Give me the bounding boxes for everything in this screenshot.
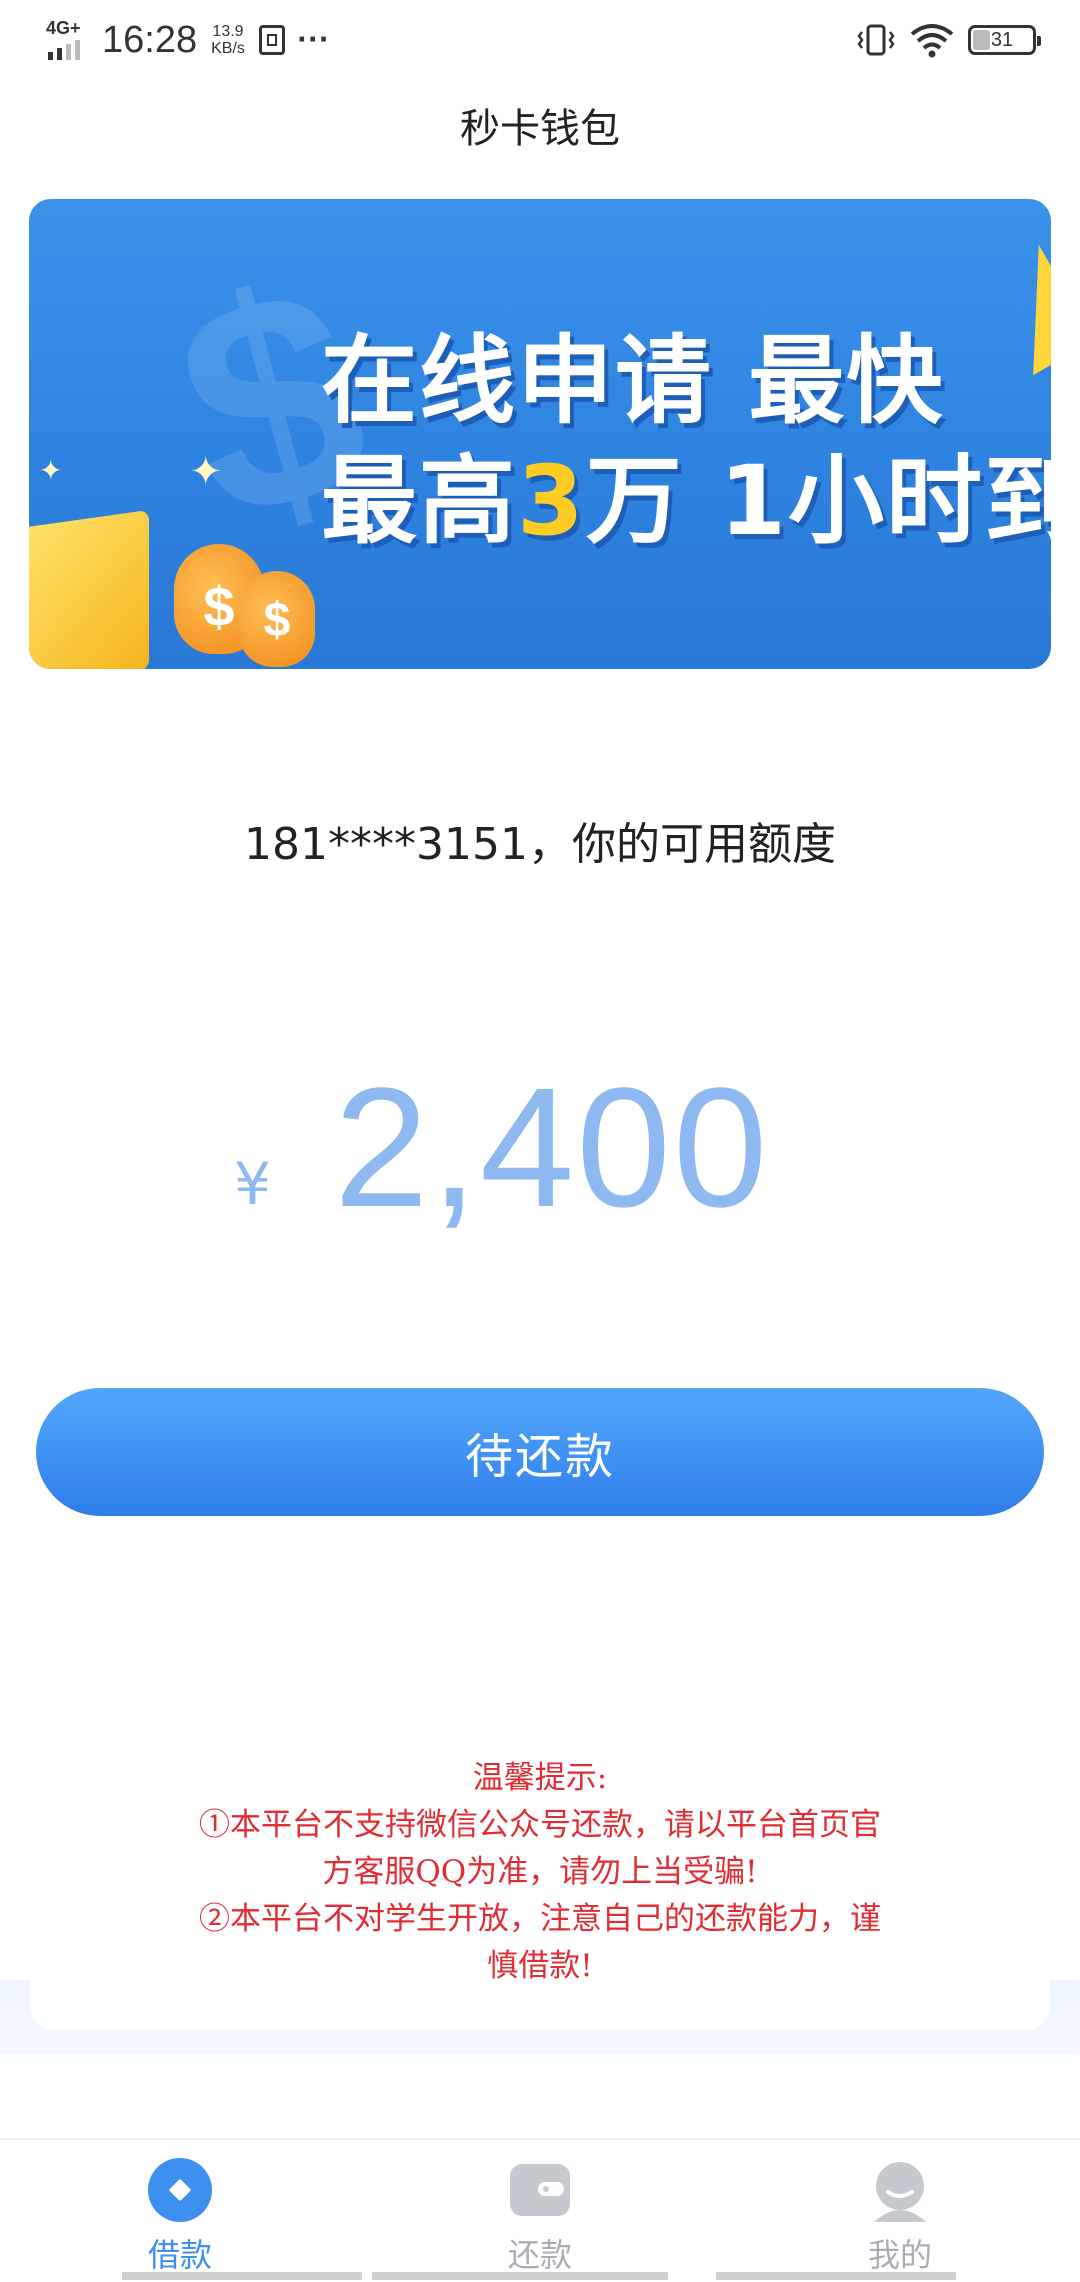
sparkle-icon: ✦	[39, 454, 63, 487]
tab-label: 借款	[147, 2236, 212, 2274]
banner-headline-1: 在线申请 最快	[321, 325, 945, 437]
status-bar: 4G+ 16:28 13.9 KB/s ··· 31	[0, 0, 1080, 80]
more-notifications-icon: ···	[296, 25, 330, 55]
banner-highlight-number: 3	[517, 445, 586, 557]
quota-amount: ¥ 2,400	[0, 1050, 1080, 1243]
notice-line: 方客服QQ为准，请勿上当受骗!	[322, 1854, 758, 1890]
home-indicator	[716, 2272, 956, 2280]
profile-icon	[874, 2162, 926, 2222]
notice-title: 温馨提示:	[472, 1760, 608, 1796]
home-indicator	[122, 2272, 362, 2280]
tab-label: 我的	[867, 2236, 932, 2274]
notice-line: ①本平台不支持微信公众号还款，请以平台首页官	[199, 1807, 881, 1843]
currency-symbol: ¥	[234, 1150, 271, 1218]
tab-repayment[interactable]: 还款	[440, 2140, 640, 2282]
cellular-signal-icon: 4G+	[46, 18, 92, 62]
banner-headline-2-prefix: 最高	[321, 445, 517, 557]
banner-headline-2-suffix: 万 1小时到	[585, 445, 1051, 557]
pending-repayment-button[interactable]: 待还款	[36, 1388, 1044, 1516]
loan-icon	[148, 2158, 212, 2222]
notice-line: ②本平台不对学生开放，注意自己的还款能力，谨	[199, 1901, 881, 1937]
battery-level: 31	[990, 28, 1014, 51]
tab-loan[interactable]: 借款	[80, 2140, 280, 2282]
banner-headline-2: 最高3万 1小时到	[321, 423, 1051, 562]
tab-profile[interactable]: 我的	[800, 2140, 1000, 2282]
network-speed: 13.9 KB/s	[211, 23, 245, 57]
page-title: 秒卡钱包	[460, 106, 620, 152]
tab-label: 还款	[507, 2236, 572, 2274]
vibrate-icon	[857, 24, 895, 56]
network-speed-value: 13.9	[212, 23, 244, 40]
available-quota-label: 181****3151，你的可用额度	[244, 819, 836, 870]
warm-tips-notice: 温馨提示: ①本平台不支持微信公众号还款，请以平台首页官 方客服QQ为准，请勿上…	[130, 1755, 950, 1990]
network-speed-unit: KB/s	[211, 40, 245, 57]
promo-banner[interactable]: $ 在线申请 最快 最高3万 1小时到 $ $ ✦ ✦	[29, 199, 1051, 669]
wifi-icon	[910, 24, 954, 58]
clock: 16:28	[102, 18, 198, 61]
quota-amount-value: 2,400	[334, 1053, 770, 1243]
sim-card-icon	[258, 25, 285, 55]
wallet-icon	[510, 2164, 570, 2216]
sparkle-icon: ✦	[189, 449, 223, 495]
banner-decoration	[978, 244, 1051, 376]
notice-line: 慎借款!	[487, 1948, 593, 1984]
gift-box-icon	[29, 509, 149, 669]
money-bag-icon: $	[239, 571, 315, 667]
battery-icon: 31	[968, 25, 1041, 55]
network-type: 4G+	[46, 18, 81, 38]
home-indicator	[372, 2272, 668, 2280]
bottom-tab-bar: 借款 还款 我的	[0, 2138, 1080, 2282]
